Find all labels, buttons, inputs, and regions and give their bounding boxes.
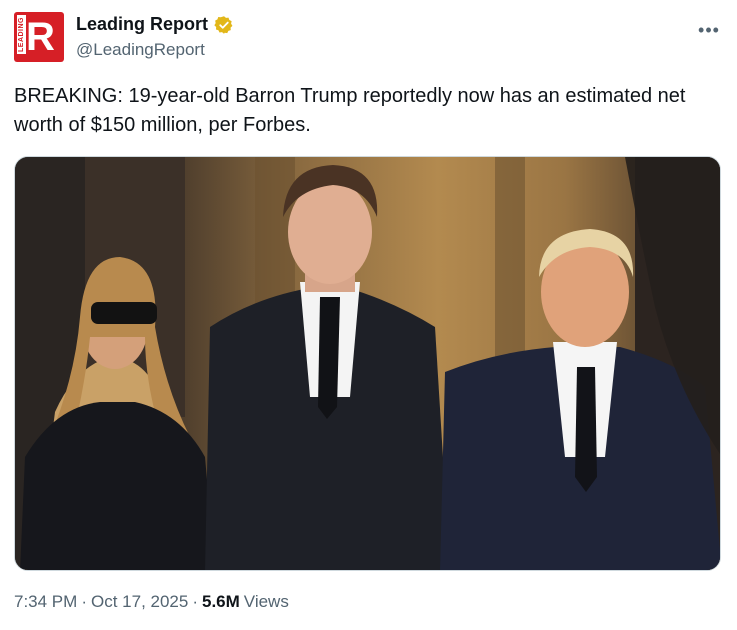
verified-badge-icon[interactable] <box>214 15 234 35</box>
tweet-meta: 7:34 PM · Oct 17, 2025 · 5.6M Views <box>14 592 289 612</box>
tweet-card: R LEADING Leading Report @LeadingReport … <box>0 0 737 630</box>
avatar[interactable]: R LEADING <box>14 12 64 62</box>
meta-separator: · <box>192 592 198 611</box>
author-name-row: Leading Report <box>76 14 234 35</box>
views-count: 5.6M <box>202 592 240 611</box>
avatar-logo-letter: R <box>26 15 55 59</box>
more-horizontal-icon: ••• <box>698 19 720 40</box>
tweet-photo[interactable] <box>14 156 721 571</box>
avatar-logo-side-text: LEADING <box>17 15 26 54</box>
tweet-date[interactable]: Oct 17, 2025 <box>91 592 188 612</box>
tweet-text: BREAKING: 19-year-old Barron Trump repor… <box>14 85 686 136</box>
tweet-time[interactable]: 7:34 PM <box>14 592 77 612</box>
more-options-button[interactable]: ••• <box>697 18 721 42</box>
views-label: Views <box>243 592 289 611</box>
author-display-name[interactable]: Leading Report <box>76 14 208 35</box>
author-handle[interactable]: @LeadingReport <box>76 40 205 60</box>
photo-illustration <box>15 157 720 570</box>
meta-separator: · <box>81 592 87 611</box>
